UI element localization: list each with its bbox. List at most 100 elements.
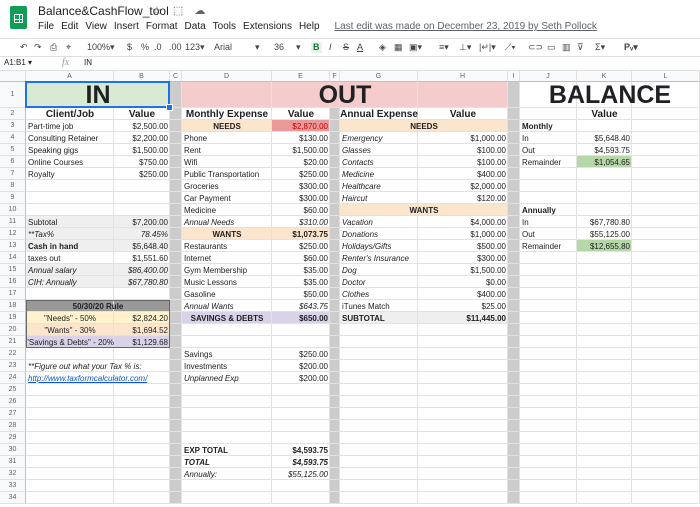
bold-button[interactable]: B [311, 42, 322, 53]
column-header-h[interactable]: H [418, 71, 508, 82]
row-header-18[interactable]: 18 [0, 300, 26, 312]
star-move-cloud-icons[interactable]: ☆ ⬚ ☁ [152, 4, 209, 17]
menu-help[interactable]: Help [299, 21, 320, 32]
row-header-29[interactable]: 29 [0, 432, 26, 444]
select-all-corner[interactable] [0, 71, 26, 82]
text-rotation-icon[interactable]: ⟋▾ [505, 42, 516, 53]
column-header-d[interactable]: D [182, 71, 272, 82]
zoom-select[interactable]: 100%▾ [87, 42, 115, 53]
redo-icon[interactable]: ↷ [34, 42, 42, 53]
menu-format[interactable]: Format [146, 21, 178, 32]
row-header-25[interactable]: 25 [0, 384, 26, 396]
insert-chart-icon[interactable]: ▥ [562, 42, 571, 53]
row-header-11[interactable]: 11 [0, 216, 26, 228]
spreadsheet-grid[interactable]: ABCDEFGHIJKL 1 2 3 4 5 6 7 8 9 10 11 12 13 14 15 16 17 18… [0, 71, 700, 507]
row-header-9[interactable]: 9 [0, 192, 26, 204]
row-header-14[interactable]: 14 [0, 252, 26, 264]
row-header-5[interactable]: 5 [0, 144, 26, 156]
row-header-12[interactable]: 12 [0, 228, 26, 240]
row-header-10[interactable]: 10 [0, 204, 26, 216]
font-size-caret-icon[interactable]: ▾ [296, 42, 301, 53]
column-header-j[interactable]: J [520, 71, 577, 82]
row-header-6[interactable]: 6 [0, 156, 26, 168]
column-header-l[interactable]: L [632, 71, 700, 82]
menu-insert[interactable]: Insert [114, 21, 139, 32]
filter-icon[interactable]: ⊽ [577, 42, 584, 53]
row-header-17[interactable]: 17 [0, 288, 26, 300]
row-header-30[interactable]: 30 [0, 444, 26, 456]
column-header-a[interactable]: A [26, 71, 114, 82]
print-icon[interactable]: ⎙ [50, 42, 57, 53]
fill-color-icon[interactable]: ◈ [379, 42, 386, 53]
row-header-15[interactable]: 15 [0, 264, 26, 276]
increase-decimal-button[interactable]: .00 [169, 42, 182, 53]
row-header-20[interactable]: 20 [0, 324, 26, 336]
menu-extensions[interactable]: Extensions [243, 21, 292, 32]
column-header-c[interactable]: C [170, 71, 182, 82]
row-header-16[interactable]: 16 [0, 276, 26, 288]
horizontal-align-icon[interactable]: ≡▾ [439, 42, 449, 53]
row-header-7[interactable]: 7 [0, 168, 26, 180]
job-value: $750.00 [139, 157, 168, 167]
menu-data[interactable]: Data [185, 21, 206, 32]
row-header-21[interactable]: 21 [0, 336, 26, 348]
undo-icon[interactable]: ↶ [20, 42, 28, 53]
menu-view[interactable]: View [85, 21, 107, 32]
insert-link-icon[interactable]: ⊂⊃ [528, 42, 543, 53]
column-header-e[interactable]: E [272, 71, 330, 82]
row-header-26[interactable]: 26 [0, 396, 26, 408]
menu-tools[interactable]: Tools [213, 21, 236, 32]
column-header-g[interactable]: G [340, 71, 418, 82]
row-header-32[interactable]: 32 [0, 468, 26, 480]
row-header-23[interactable]: 23 [0, 360, 26, 372]
more-formats-button[interactable]: 123▾ [185, 42, 205, 53]
row-header-22[interactable]: 22 [0, 348, 26, 360]
insert-comment-icon[interactable]: ▭ [547, 42, 556, 53]
row-header-8[interactable]: 8 [0, 180, 26, 192]
document-title[interactable]: Balance&CashFlow_tool [38, 4, 169, 18]
text-wrap-icon[interactable]: |↵|▾ [479, 42, 496, 53]
merge-cells-icon[interactable]: ▣▾ [409, 42, 422, 53]
balance-monthly-item-label: In [522, 133, 529, 143]
decrease-decimal-button[interactable]: .0 [154, 42, 162, 53]
sheets-logo-icon[interactable] [10, 6, 27, 29]
row-header-28[interactable]: 28 [0, 420, 26, 432]
row-header-13[interactable]: 13 [0, 240, 26, 252]
column-header-b[interactable]: B [114, 71, 170, 82]
row-header-19[interactable]: 19 [0, 312, 26, 324]
input-tools-icon[interactable]: Pᵥ▾ [624, 42, 638, 53]
row-header-2[interactable]: 2 [0, 108, 26, 120]
formula-input[interactable]: IN [84, 58, 684, 68]
italic-button[interactable]: I [329, 42, 332, 53]
name-box-caret-icon: ▾ [28, 58, 33, 67]
font-select[interactable]: Arial [214, 42, 232, 53]
functions-icon[interactable]: Σ▾ [595, 42, 605, 53]
row-header-1[interactable]: 1 [0, 82, 26, 108]
menu-edit[interactable]: Edit [61, 21, 78, 32]
paint-format-icon[interactable]: ⌖ [66, 42, 71, 53]
row-header-27[interactable]: 27 [0, 408, 26, 420]
strikethrough-button[interactable]: S [343, 42, 349, 53]
name-box[interactable]: A1:B1 ▾ [4, 58, 48, 68]
vertical-align-icon[interactable]: ⊥▾ [459, 42, 471, 53]
borders-icon[interactable]: ▦ [394, 42, 403, 53]
needs-label: NEEDS [213, 121, 241, 131]
font-size-select[interactable]: 36 [274, 42, 284, 53]
font-caret-icon[interactable]: ▾ [255, 42, 260, 53]
row-header-24[interactable]: 24 [0, 372, 26, 384]
column-header-i[interactable]: I [508, 71, 520, 82]
balance-annual-item-label: Out [522, 229, 535, 239]
row-header-34[interactable]: 34 [0, 492, 26, 504]
menu-file[interactable]: File [38, 21, 54, 32]
row-header-4[interactable]: 4 [0, 132, 26, 144]
text-color-button[interactable]: A [357, 42, 363, 53]
column-header-k[interactable]: K [577, 71, 632, 82]
row-header-33[interactable]: 33 [0, 480, 26, 492]
row-header-31[interactable]: 31 [0, 456, 26, 468]
last-edit-link[interactable]: Last edit was made on December 23, 2019 … [335, 21, 597, 32]
column-header-f[interactable]: F [330, 71, 340, 82]
percent-format-button[interactable]: % [141, 42, 149, 53]
currency-format-button[interactable]: $ [127, 42, 132, 53]
row-header-3[interactable]: 3 [0, 120, 26, 132]
fill-handle[interactable] [166, 104, 173, 111]
